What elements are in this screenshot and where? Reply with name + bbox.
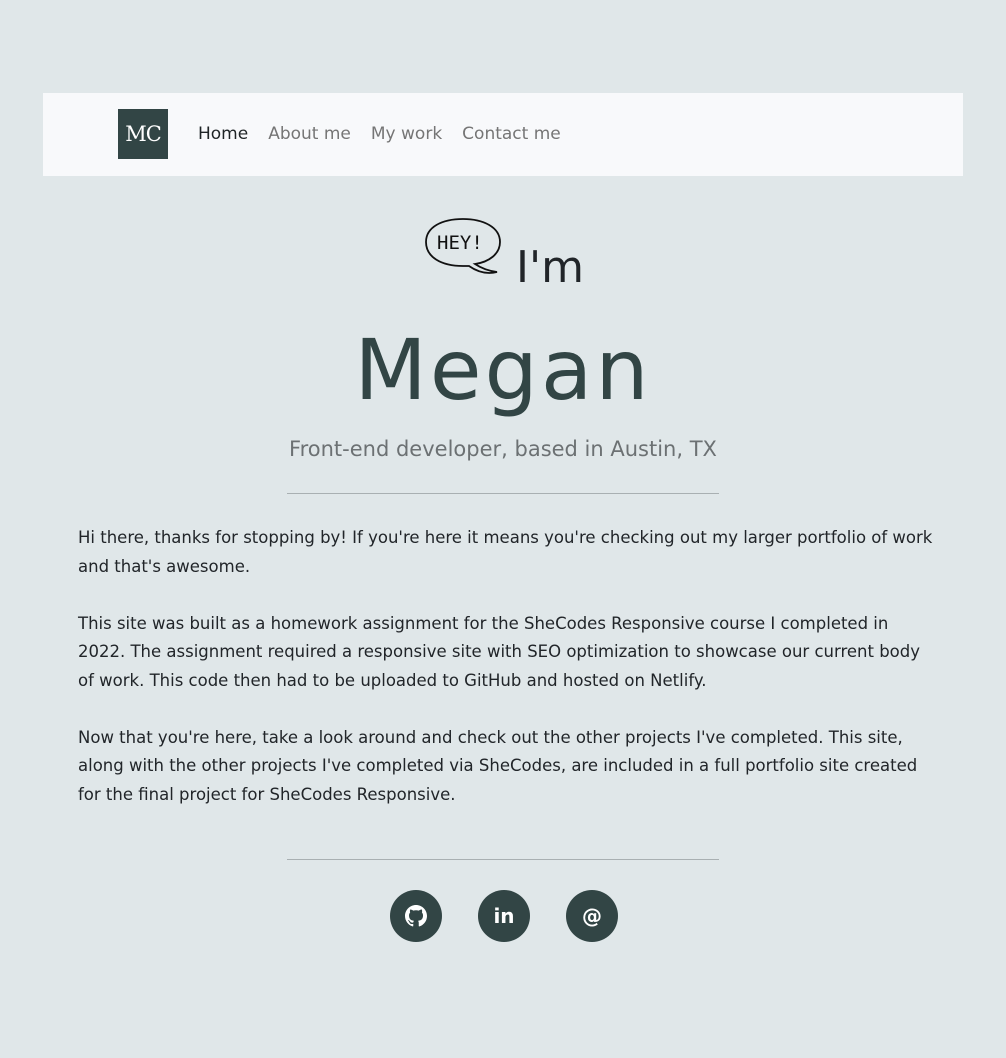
bubble-text: HEY! — [437, 232, 483, 254]
logo[interactable]: MC — [118, 109, 168, 159]
nav-link-about-me[interactable]: About me — [268, 122, 351, 146]
hero-subtitle: Front-end developer, based in Austin, TX — [289, 437, 717, 461]
bio-section: Hi there, thanks for stopping by! If you… — [78, 524, 938, 838]
nav-link-contact-me[interactable]: Contact me — [462, 122, 561, 146]
divider-bottom — [287, 859, 719, 860]
nav-link-my-work[interactable]: My work — [371, 122, 442, 146]
bio-paragraph: Hi there, thanks for stopping by! If you… — [78, 528, 933, 576]
divider-top — [287, 493, 719, 494]
email-at-icon: @ — [582, 904, 602, 928]
hero-name: Megan — [354, 321, 652, 419]
social-links: in @ — [390, 890, 618, 942]
page: MC Home About me My work Contact me HEY!… — [0, 0, 1006, 1058]
github-button[interactable] — [390, 890, 442, 942]
navbar: MC Home About me My work Contact me — [43, 93, 963, 176]
nav-link-home[interactable]: Home — [198, 122, 248, 146]
greeting-text: I'm — [516, 242, 584, 293]
bio-paragraph: This site was built as a homework assign… — [78, 613, 921, 690]
linkedin-button[interactable]: in — [478, 890, 530, 942]
email-button[interactable]: @ — [566, 890, 618, 942]
linkedin-icon: in — [493, 904, 515, 928]
greeting: HEY! I'm — [423, 216, 593, 296]
github-icon — [405, 905, 427, 927]
nav-links: Home About me My work Contact me — [198, 122, 561, 146]
bio-paragraph: Now that you're here, take a look around… — [78, 727, 918, 804]
